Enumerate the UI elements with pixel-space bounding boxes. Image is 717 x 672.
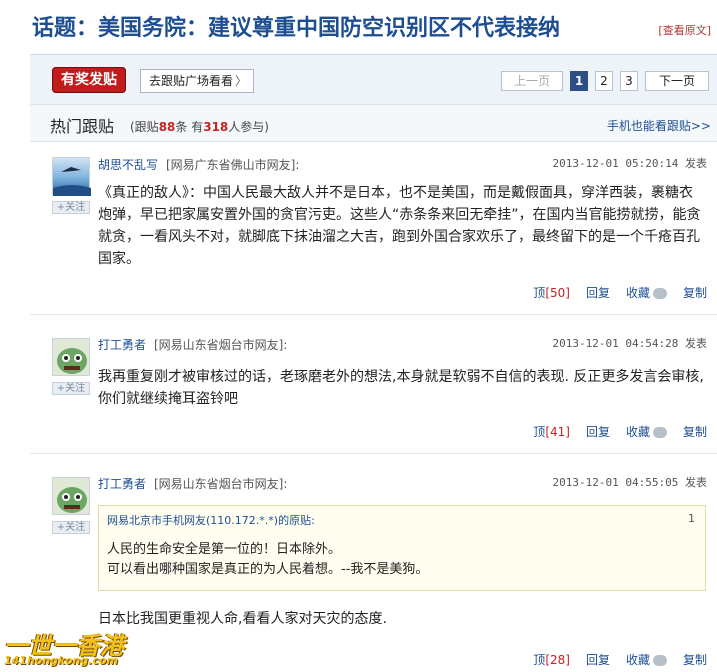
quote-author[interactable]: 网易北京市手机网友(110.172.*.*)的原贴: bbox=[107, 512, 315, 528]
stats-mid: 条 有 bbox=[175, 120, 204, 134]
pagination: 上一页 1 2 3 下一页 bbox=[501, 71, 709, 91]
user-location: [网易山东省烟台市网友]: bbox=[154, 338, 288, 352]
reply-button[interactable]: 回复 bbox=[586, 284, 610, 301]
quote-line: 可以看出哪种国家是真正的为人民着想。--我不是美狗。 bbox=[107, 562, 429, 577]
username[interactable]: 打工勇者 bbox=[98, 336, 146, 353]
user-location: [网易广东省佛山市网友]: bbox=[166, 158, 300, 172]
upvote-count: [50] bbox=[545, 286, 570, 300]
topic-header: 话题：美国务院：建议尊重中国防空识别区不代表接纳 [查看原文] bbox=[0, 0, 717, 50]
green-monster-icon bbox=[57, 487, 87, 513]
reply-button[interactable]: 回复 bbox=[586, 423, 610, 440]
favorite-button[interactable]: 收藏 bbox=[626, 651, 667, 668]
avatar[interactable] bbox=[52, 477, 90, 515]
comment-post: +关注 打工勇者 [网易山东省烟台市网友]: 2013-12-01 04:54:… bbox=[30, 316, 717, 454]
post-time: 2013-12-01 04:55:05 发表 bbox=[552, 476, 707, 489]
upvote-label: 顶 bbox=[533, 425, 546, 439]
post-time: 2013-12-01 05:20:14 发表 bbox=[552, 157, 707, 170]
green-monster-icon bbox=[57, 348, 87, 374]
follow-button[interactable]: +关注 bbox=[52, 521, 90, 534]
quote-line: 人民的生命安全是第一位的！日本除外。 bbox=[107, 542, 342, 557]
upvote-button[interactable]: 顶[41] bbox=[533, 423, 570, 440]
next-page-button[interactable]: 下一页 bbox=[645, 71, 709, 91]
copy-button[interactable]: 复制 bbox=[683, 423, 707, 440]
comment-bubble-icon bbox=[652, 655, 667, 666]
comment-post: +关注 胡思不乱写 [网易广东省佛山市网友]: 2013-12-01 05:20… bbox=[30, 143, 717, 315]
comment-post: +关注 打工勇者 [网易山东省烟台市网友]: 2013-12-01 04:55:… bbox=[30, 455, 717, 672]
comment-toolbar: 有奖发贴 去跟贴广场看看 〉 上一页 1 2 3 下一页 bbox=[30, 54, 717, 104]
favorite-button[interactable]: 收藏 bbox=[626, 284, 667, 301]
page-2-button[interactable]: 2 bbox=[595, 71, 613, 91]
upvote-label: 顶 bbox=[533, 653, 546, 667]
quote-body: 人民的生命安全是第一位的！日本除外。 可以看出哪种国家是真正的为人民着想。--我… bbox=[107, 540, 697, 580]
post-actions: 顶[50] 回复 收藏 复制 bbox=[533, 284, 707, 301]
participant-count: 318 bbox=[203, 120, 229, 134]
comment-bubble-icon bbox=[652, 288, 667, 299]
post-actions: 顶[28] 回复 收藏 复制 bbox=[533, 651, 707, 668]
copy-button[interactable]: 复制 bbox=[683, 651, 707, 668]
site-watermark: 一世一香港 141hongkong.com bbox=[0, 624, 130, 672]
reward-post-button[interactable]: 有奖发贴 bbox=[52, 67, 126, 93]
bird-icon bbox=[53, 167, 91, 196]
upvote-count: [41] bbox=[545, 425, 570, 439]
favorite-label: 收藏 bbox=[625, 425, 650, 439]
upvote-count: [28] bbox=[545, 653, 570, 667]
post-body: 日本比我国更重视人命,看看人家对天灾的态度. bbox=[98, 611, 387, 627]
quote-floor-number: 1 bbox=[688, 512, 695, 525]
post-body: 我再重复刚才被审核过的话，老琢磨老外的想法,本身就是软弱不自信的表现. 反正更多… bbox=[98, 369, 704, 407]
username[interactable]: 胡思不乱写 bbox=[98, 156, 158, 173]
watermark-url: 141hongkong.com bbox=[4, 654, 118, 667]
follow-count: 88 bbox=[158, 120, 176, 134]
favorite-label: 收藏 bbox=[625, 286, 650, 300]
comment-stats: (跟贴88条 有318人参与) bbox=[130, 118, 269, 135]
page-title: 话题：美国务院：建议尊重中国防空识别区不代表接纳 bbox=[32, 15, 561, 41]
page-1-button[interactable]: 1 bbox=[570, 71, 588, 91]
post-actions: 顶[41] 回复 收藏 复制 bbox=[533, 423, 707, 440]
stats-prefix: (跟贴 bbox=[130, 120, 159, 134]
quoted-post: 网易北京市手机网友(110.172.*.*)的原贴: 1 人民的生命安全是第一位… bbox=[98, 505, 706, 591]
post-time: 2013-12-01 04:54:28 发表 bbox=[552, 337, 707, 350]
mobile-comments-link[interactable]: 手机也能看跟贴>> bbox=[607, 117, 711, 134]
upvote-label: 顶 bbox=[533, 286, 546, 300]
stats-suffix: 人参与) bbox=[228, 120, 269, 134]
chevron-right-icon: 〉 bbox=[235, 74, 248, 88]
prev-page-button[interactable]: 上一页 bbox=[501, 71, 563, 91]
upvote-button[interactable]: 顶[28] bbox=[533, 651, 570, 668]
comment-bubble-icon bbox=[652, 427, 667, 438]
avatar[interactable] bbox=[52, 338, 90, 376]
avatar[interactable] bbox=[52, 157, 91, 196]
view-original-link[interactable]: [查看原文] bbox=[658, 22, 711, 38]
post-body: 《真正的敌人》：中国人民最大敌人并不是日本，也不是美国，而是戴假面具，穿洋西装，… bbox=[98, 185, 701, 267]
favorite-button[interactable]: 收藏 bbox=[626, 423, 667, 440]
follow-button[interactable]: +关注 bbox=[52, 382, 90, 395]
follow-button[interactable]: +关注 bbox=[52, 201, 90, 214]
favorite-label: 收藏 bbox=[625, 653, 650, 667]
reply-button[interactable]: 回复 bbox=[586, 651, 610, 668]
upvote-button[interactable]: 顶[50] bbox=[533, 284, 570, 301]
user-location: [网易山东省烟台市网友]: bbox=[154, 477, 288, 491]
username[interactable]: 打工勇者 bbox=[98, 475, 146, 492]
hot-comments-header: 热门跟贴 (跟贴88条 有318人参与) 手机也能看跟贴>> bbox=[30, 104, 717, 142]
go-comment-square-button[interactable]: 去跟贴广场看看 〉 bbox=[140, 69, 255, 93]
section-title: 热门跟贴 bbox=[50, 117, 115, 136]
go-square-label: 去跟贴广场看看 bbox=[149, 74, 234, 88]
copy-button[interactable]: 复制 bbox=[683, 284, 707, 301]
page-3-button[interactable]: 3 bbox=[620, 71, 638, 91]
